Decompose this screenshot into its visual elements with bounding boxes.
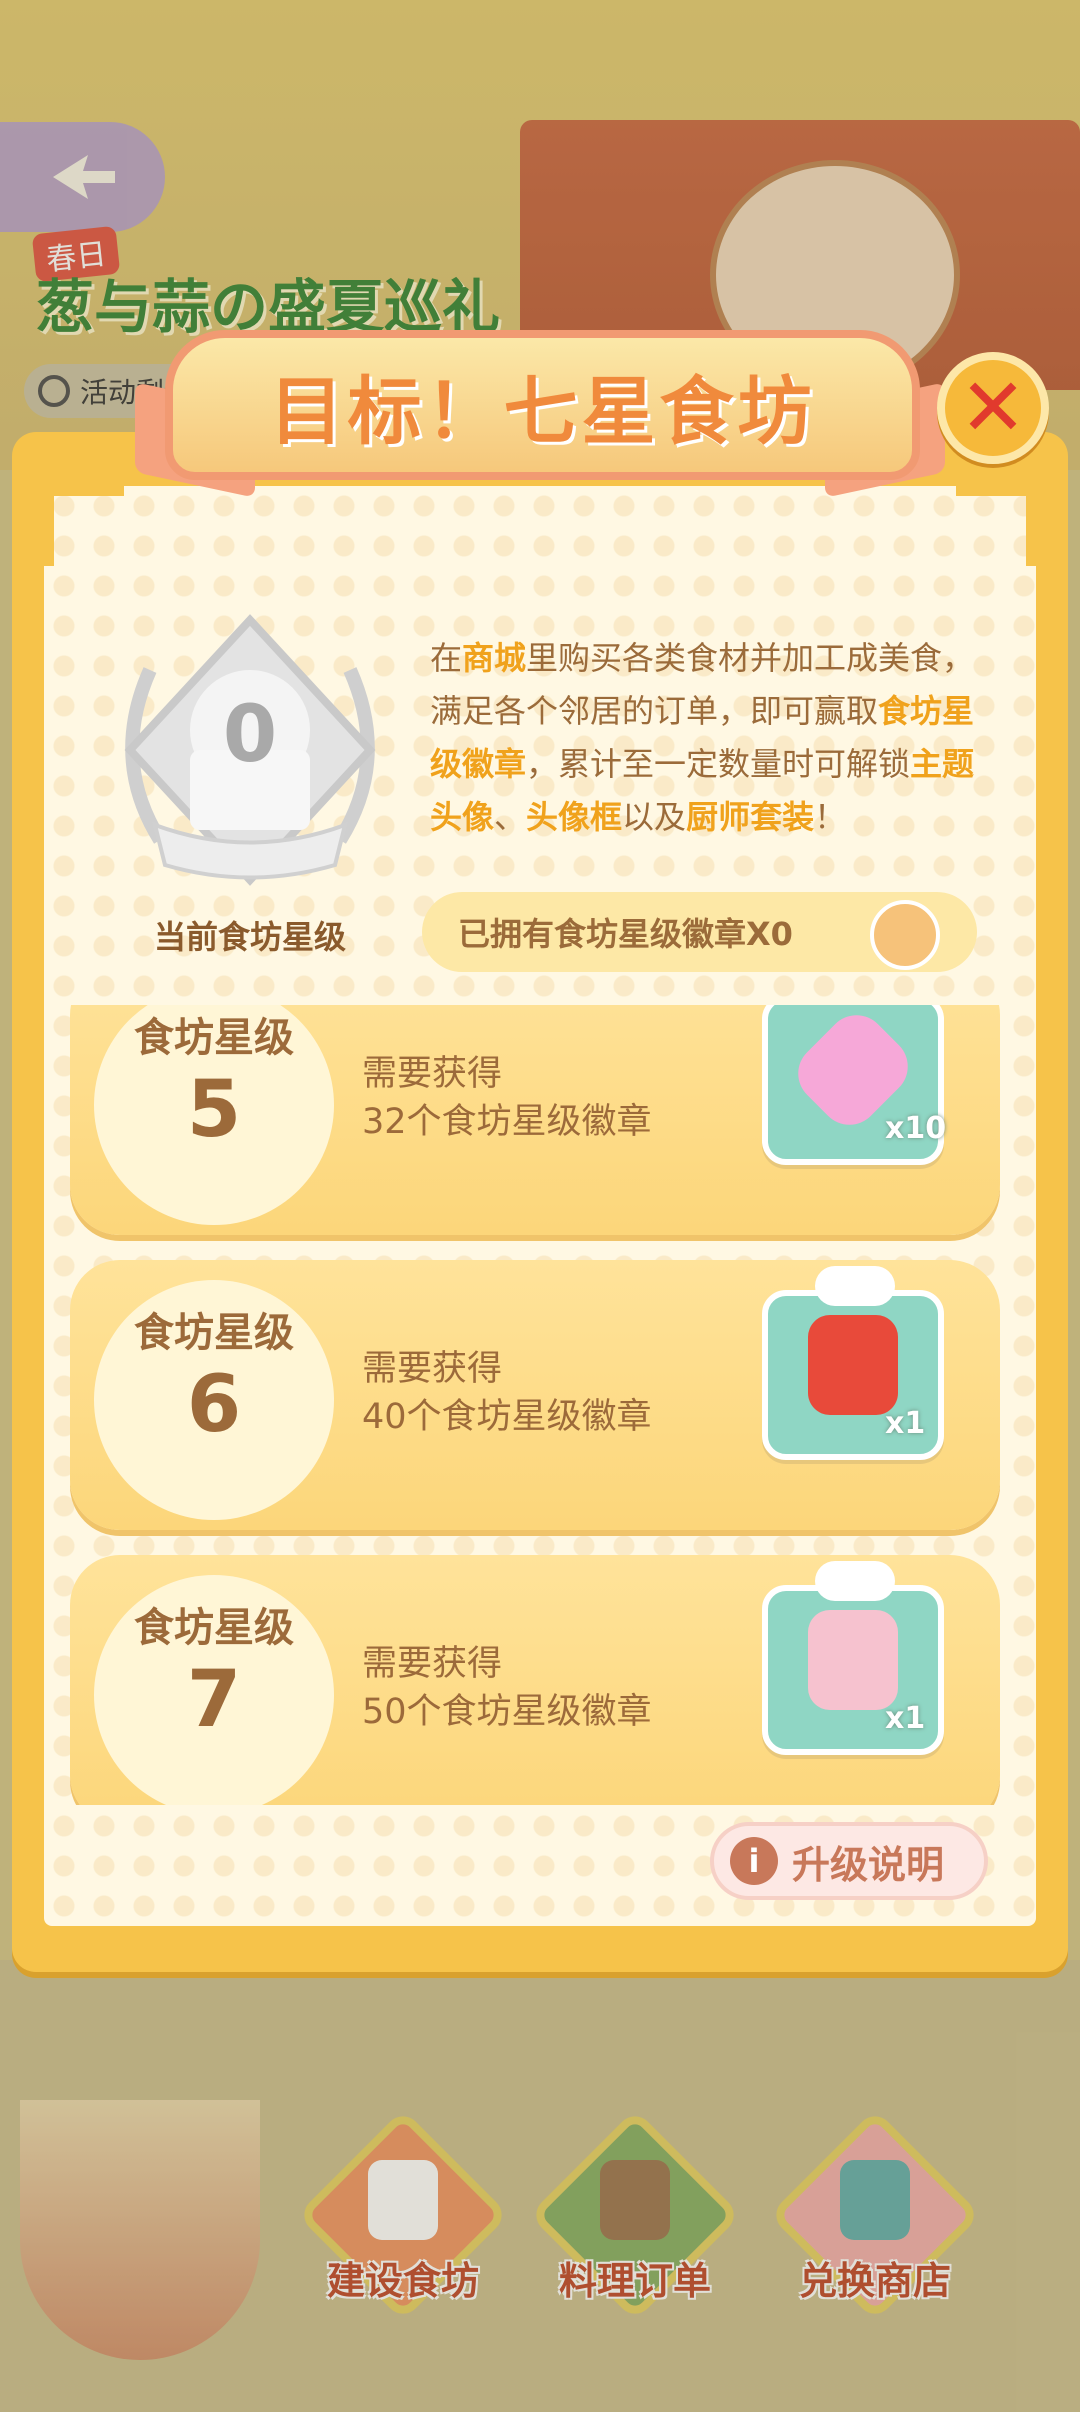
corner-ornament <box>44 486 124 566</box>
level-number: 5 <box>186 1065 242 1155</box>
desc-text: 以及 <box>622 798 687 836</box>
title-ribbon: 目标！七星食坊 <box>165 330 920 480</box>
level-requirement: 32个食坊星级徽章 <box>362 1102 652 1142</box>
desc-text: 、 <box>494 798 527 836</box>
level-label: 食坊星级 <box>134 1605 294 1651</box>
star-level-list[interactable]: 食坊星级 5 需要获得 32个食坊星级徽章 x10 食坊星级 6 需要获得 40… <box>70 1005 1000 1805</box>
level-label: 食坊星级 <box>134 1310 294 1356</box>
close-icon: ✕ <box>959 361 1027 454</box>
current-star-level: 0 <box>222 690 278 780</box>
level-label: 食坊星级 <box>134 1015 294 1061</box>
reward-count: x10 <box>885 1111 947 1146</box>
level-need-text: 需要获得 <box>362 1054 503 1094</box>
reward-count: x1 <box>885 1406 926 1441</box>
desc-text: ！ <box>814 798 847 836</box>
level-requirement: 50个食坊星级徽章 <box>362 1692 652 1732</box>
level-need-text: 需要获得 <box>362 1349 503 1389</box>
level-card-7: 食坊星级 7 需要获得 50个食坊星级徽章 x1 <box>70 1555 1000 1805</box>
level-number: 7 <box>186 1655 242 1745</box>
level-need-text: 需要获得 <box>362 1644 503 1684</box>
level-number: 6 <box>186 1360 242 1450</box>
upgrade-info-label: 升级说明 <box>792 1842 945 1887</box>
red-dress-icon <box>808 1315 898 1415</box>
desc-text: 在 <box>430 639 463 677</box>
desc-highlight-mall[interactable]: 商城 <box>462 639 526 677</box>
level-card-5: 食坊星级 5 需要获得 32个食坊星级徽章 x10 <box>70 1005 1000 1235</box>
info-icon: i <box>730 1837 778 1885</box>
upgrade-info-button[interactable]: i 升级说明 <box>710 1822 988 1900</box>
reward-count: x1 <box>885 1701 926 1736</box>
desc-highlight-frame: 头像框 <box>526 798 623 836</box>
modal-title: 目标！七星食坊 <box>269 368 816 455</box>
current-star-level-label: 当前食坊星级 <box>153 918 346 956</box>
level-card-6: 食坊星级 6 需要获得 40个食坊星级徽章 x1 <box>70 1260 1000 1530</box>
gift-bow-icon <box>815 1561 895 1601</box>
close-button[interactable]: ✕ <box>937 352 1049 464</box>
level-requirement: 40个食坊星级徽章 <box>362 1397 652 1437</box>
desc-text: ，累计至一定数量时可解锁 <box>526 745 911 783</box>
chef-badge-icon <box>870 900 940 970</box>
corner-ornament <box>956 486 1036 566</box>
owned-badges-text: 已拥有食坊星级徽章X0 <box>458 915 793 953</box>
gift-bow-icon <box>815 1266 895 1306</box>
bunny-book-icon <box>808 1610 898 1710</box>
desc-highlight-chef-outfit: 厨师套装 <box>686 798 815 836</box>
description-text: 在商城里购买各类食材并加工成美食，满足各个邻居的订单，即可赢取食坊星级徽章，累计… <box>430 632 990 844</box>
